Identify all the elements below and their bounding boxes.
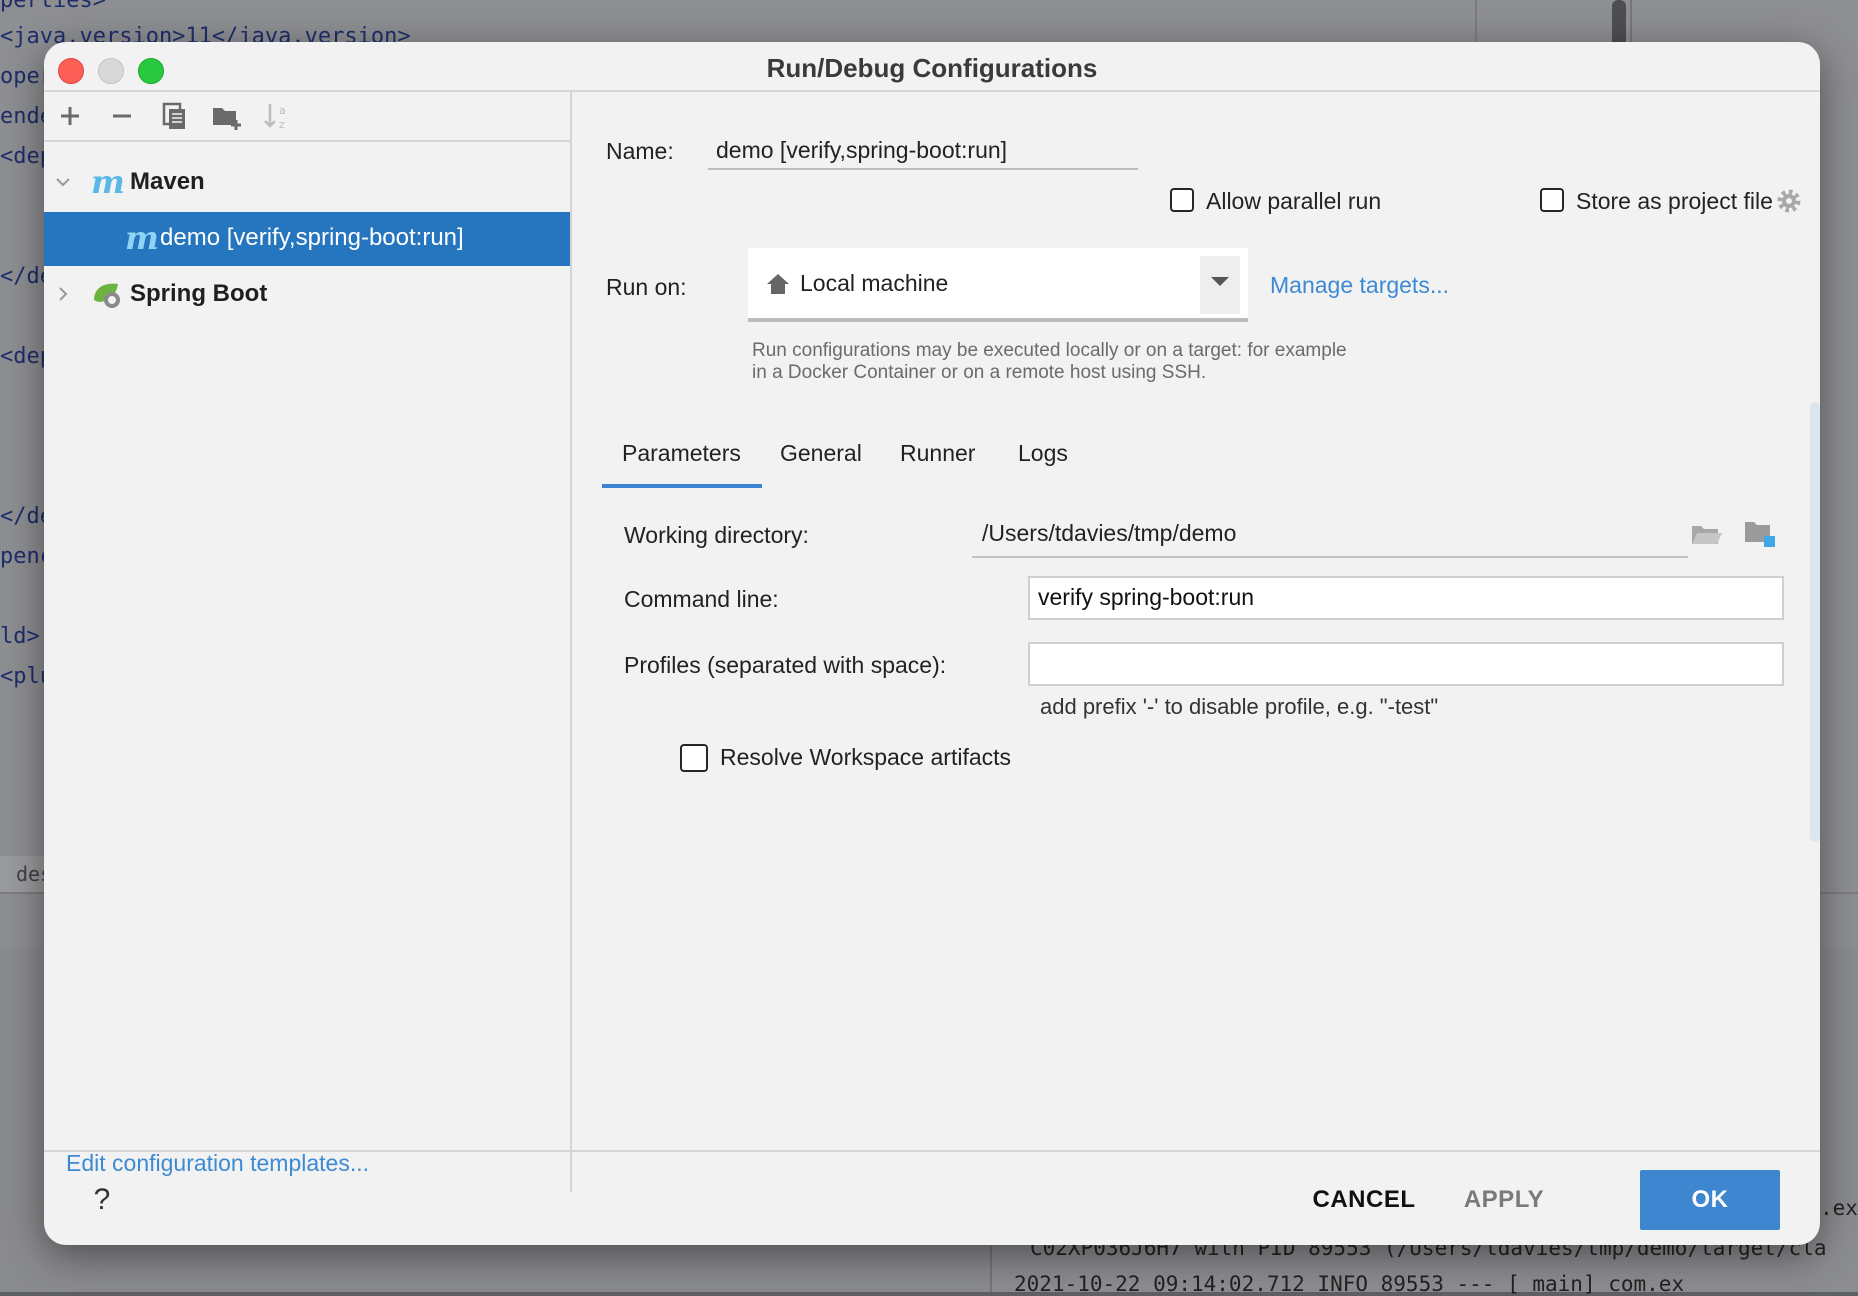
tree-node-label: Maven [130, 168, 205, 195]
sort-configurations-button[interactable]: a z [260, 98, 296, 134]
name-input[interactable] [708, 132, 1138, 170]
chevron-down-icon[interactable] [52, 171, 74, 193]
configuration-tree-panel: a z m Maven m demo [verify,spring-boot:r… [44, 92, 570, 1192]
maven-icon: m [125, 220, 159, 256]
name-label: Name: [606, 138, 674, 164]
store-as-project-file-checkbox[interactable] [1540, 188, 1564, 212]
run-on-select[interactable]: Local machine [748, 248, 1248, 322]
profiles-input[interactable] [1028, 642, 1784, 686]
help-button[interactable]: ? [84, 1182, 120, 1218]
resolve-workspace-artifacts-label: Resolve Workspace artifacts [720, 744, 1012, 770]
sort-alphabetical-icon: a z [264, 104, 286, 131]
details-scrollbar[interactable] [1810, 402, 1820, 842]
new-folder-icon [213, 108, 241, 130]
run-on-value: Local machine [800, 270, 949, 296]
svg-text:m: m [91, 164, 125, 200]
manage-targets-link[interactable]: Manage targets... [1270, 272, 1449, 299]
run-on-label: Run on: [606, 274, 687, 300]
footer-separator [44, 1150, 1820, 1152]
chevron-down-icon [1211, 277, 1229, 286]
ok-button[interactable]: OK [1640, 1170, 1780, 1230]
svg-text:a: a [279, 104, 286, 117]
svg-text:z: z [279, 118, 285, 131]
dialog-title: Run/Debug Configurations [766, 53, 1098, 83]
title-bar[interactable]: Run/Debug Configurations [44, 42, 1820, 90]
copy-configuration-button[interactable] [156, 98, 192, 134]
gear-icon[interactable] [1774, 186, 1804, 216]
cancel-button[interactable]: CANCEL [1294, 1170, 1434, 1230]
tree-node-maven[interactable]: m Maven [44, 156, 570, 210]
hint-line: in a Docker Container or on a remote hos… [752, 362, 1207, 383]
copy-icon [162, 102, 185, 129]
apply-button[interactable]: APPLY [1444, 1170, 1564, 1230]
profiles-hint: add prefix '-' to disable profile, e.g. … [1040, 694, 1439, 719]
chevron-right-icon[interactable] [52, 283, 74, 305]
home-icon [767, 274, 789, 294]
resolve-workspace-artifacts-checkbox[interactable] [680, 744, 708, 772]
command-line-input[interactable]: verify spring-boot:run [1028, 576, 1784, 620]
code-line: perties> [0, 0, 106, 13]
working-directory-field[interactable]: /Users/tdavies/tmp/demo [972, 508, 1688, 558]
profiles-label: Profiles (separated with space): [624, 652, 947, 678]
svg-text:m: m [125, 220, 159, 256]
tree-node-demo-config[interactable]: m demo [verify,spring-boot:run] [44, 212, 570, 266]
store-as-project-file-label: Store as project file [1576, 188, 1773, 214]
tree-toolbar: a z [44, 92, 570, 140]
tab-general[interactable]: General [762, 428, 882, 488]
tree-node-spring-boot[interactable]: Spring Boot [44, 268, 570, 322]
minus-icon [113, 114, 131, 118]
remove-configuration-button[interactable] [104, 98, 140, 134]
insert-macro-icon[interactable] [1742, 516, 1778, 550]
add-configuration-button[interactable] [52, 98, 88, 134]
run-debug-configurations-dialog: Run/Debug Configurations a z m Maven m d… [44, 42, 1820, 1245]
tree-node-label: demo [verify,spring-boot:run] [160, 224, 464, 251]
tree-node-label: Spring Boot [130, 280, 268, 307]
allow-parallel-run-checkbox[interactable] [1170, 188, 1194, 212]
toolbar-separator [44, 140, 570, 142]
new-folder-button[interactable] [208, 98, 244, 134]
tab-runner[interactable]: Runner [882, 428, 1002, 488]
hint-line: Run configurations may be executed local… [752, 340, 1347, 361]
code-line: ld> [0, 624, 40, 649]
console-line: 2021-10-22 09:14:02.712 INFO 89553 --- [… [1014, 1272, 1685, 1296]
run-on-dropdown-button[interactable] [1200, 256, 1240, 314]
tab-logs[interactable]: Logs [1002, 428, 1102, 488]
allow-parallel-run-label: Allow parallel run [1206, 188, 1382, 214]
working-directory-label: Working directory: [624, 522, 809, 548]
maven-icon: m [91, 164, 125, 200]
plus-icon [61, 107, 79, 125]
working-directory-value: /Users/tdavies/tmp/demo [982, 520, 1237, 546]
edit-configuration-templates-link[interactable]: Edit configuration templates... [66, 1150, 369, 1177]
spring-boot-icon [94, 283, 120, 308]
console-line: .ex [1820, 1196, 1858, 1220]
tab-parameters[interactable]: Parameters [602, 428, 762, 488]
run-on-hint: Run configurations may be executed local… [752, 340, 1402, 384]
configuration-details-panel: Name: Allow parallel run Store as projec… [572, 92, 1820, 1192]
command-line-label: Command line: [624, 586, 779, 612]
browse-folder-icon[interactable] [1688, 516, 1724, 550]
